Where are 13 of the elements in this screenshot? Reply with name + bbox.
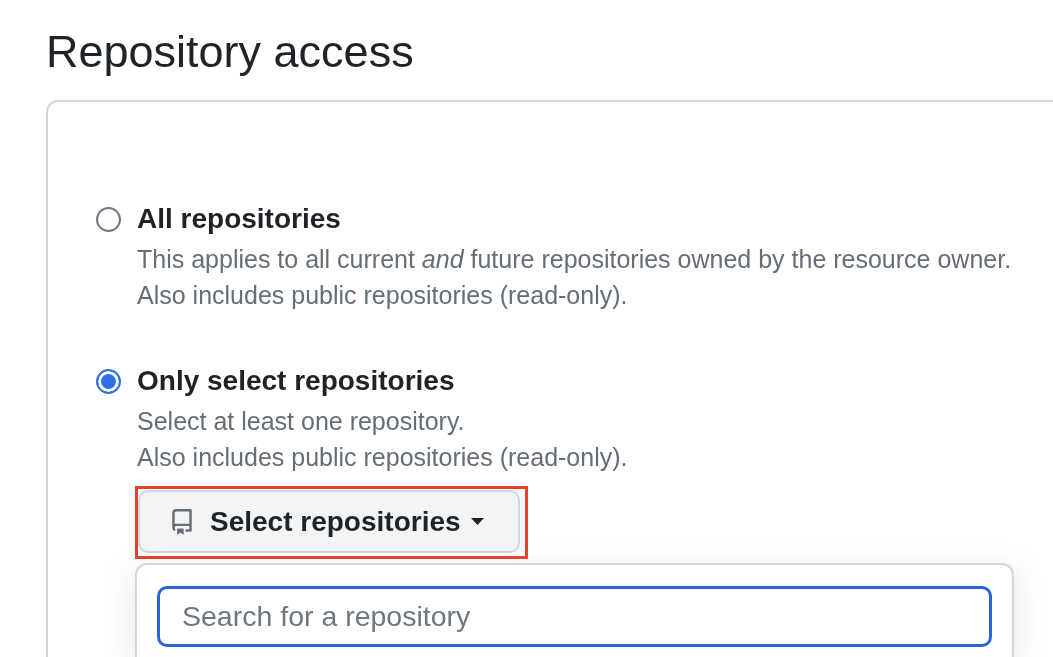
- select-repositories-button[interactable]: Select repositories: [138, 490, 520, 553]
- search-field[interactable]: Search for a repository: [157, 586, 992, 647]
- option-label: All repositories: [137, 202, 341, 236]
- option-label: Only select repositories: [137, 364, 455, 398]
- option-description: Also includes public repositories (read-only).: [137, 442, 628, 473]
- repo-book-icon: [172, 508, 192, 535]
- option-description: Also includes public repositories (read-only).: [137, 280, 628, 311]
- option-description: Select at least one repository.: [137, 406, 465, 437]
- section-heading: Repository access: [46, 25, 414, 79]
- radio-button[interactable]: [96, 369, 121, 394]
- caret-icon: [470, 518, 484, 525]
- option-description: This applies to all current and future repositories owned by the resource owner.: [137, 244, 1012, 275]
- radio-button[interactable]: [96, 207, 121, 232]
